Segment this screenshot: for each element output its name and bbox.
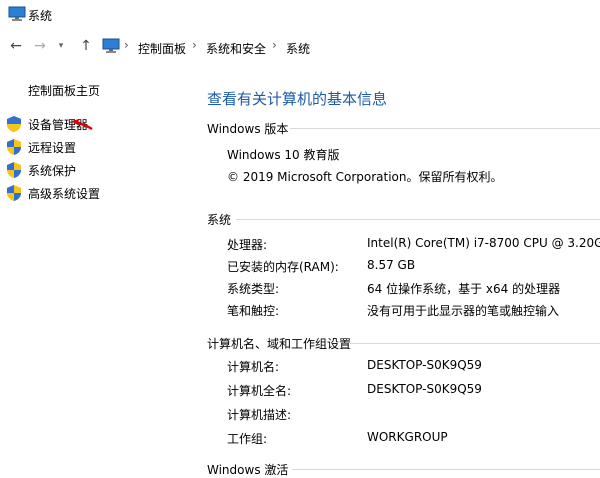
full-computer-name-value: DESKTOP-S0K9Q59 [367,382,482,396]
pen-touch-value: 没有可用于此显示器的笔或触控输入 [367,304,560,318]
section-divider [350,343,600,344]
section-divider [292,469,600,470]
up-arrow-icon[interactable]: ↑ [78,38,94,54]
window-title: 系统 [28,9,53,23]
computer-description-label: 计算机描述: [227,408,292,422]
shield-icon [6,184,22,202]
full-computer-name-label: 计算机全名: [227,384,292,398]
workgroup-value: WORKGROUP [367,430,448,444]
page-title: 查看有关计算机的基本信息 [207,90,388,108]
workgroup-label: 工作组: [227,432,268,446]
annotation-arrow-icon [70,118,94,132]
ram-value: 8.57 GB [367,258,416,272]
windows-edition-value: Windows 10 教育版 [227,148,340,162]
control-panel-home-link[interactable]: 控制面板主页 [28,82,100,99]
system-type-label: 系统类型: [227,282,280,296]
back-arrow-icon[interactable]: ← [8,38,24,54]
section-title-windows-activation: Windows 激活 [207,463,289,477]
shield-icon [6,161,22,179]
section-divider [236,219,600,220]
chevron-right-icon: › [192,38,197,52]
title-bar [0,0,600,30]
ram-label: 已安装的内存(RAM): [227,260,339,274]
processor-value: Intel(R) Core(TM) i7-8700 CPU @ 3.20GHz [367,236,600,250]
chevron-right-icon: › [272,38,277,52]
sidebar-item-label: 高级系统设置 [28,187,101,201]
forward-arrow-icon[interactable]: → [32,38,48,54]
monitor-icon [8,6,26,22]
computer-name-label: 计算机名: [227,360,280,374]
dropdown-icon[interactable]: ▾ [56,38,66,54]
breadcrumb-system-security[interactable]: 系统和安全 [206,40,266,57]
section-title-computer-name: 计算机名、域和工作组设置 [207,337,352,351]
breadcrumb-system[interactable]: 系统 [286,40,310,57]
shield-icon [6,138,22,156]
shield-icon [6,115,22,133]
section-title-system: 系统 [207,213,232,227]
section-title-windows-edition: Windows 版本 [207,122,289,136]
computer-name-value: DESKTOP-S0K9Q59 [367,358,482,372]
breadcrumb-control-panel[interactable]: 控制面板 [138,40,186,57]
system-type-value: 64 位操作系统，基于 x64 的处理器 [367,282,561,296]
address-monitor-icon [102,38,120,54]
copyright-text: © 2019 Microsoft Corporation。保留所有权利。 [227,170,503,184]
chevron-right-icon: › [124,38,129,52]
sidebar-item-label: 系统保护 [28,164,77,178]
sidebar-item-label: 远程设置 [28,141,77,155]
pen-touch-label: 笔和触控: [227,304,280,318]
processor-label: 处理器: [227,238,268,252]
section-divider [290,128,600,129]
